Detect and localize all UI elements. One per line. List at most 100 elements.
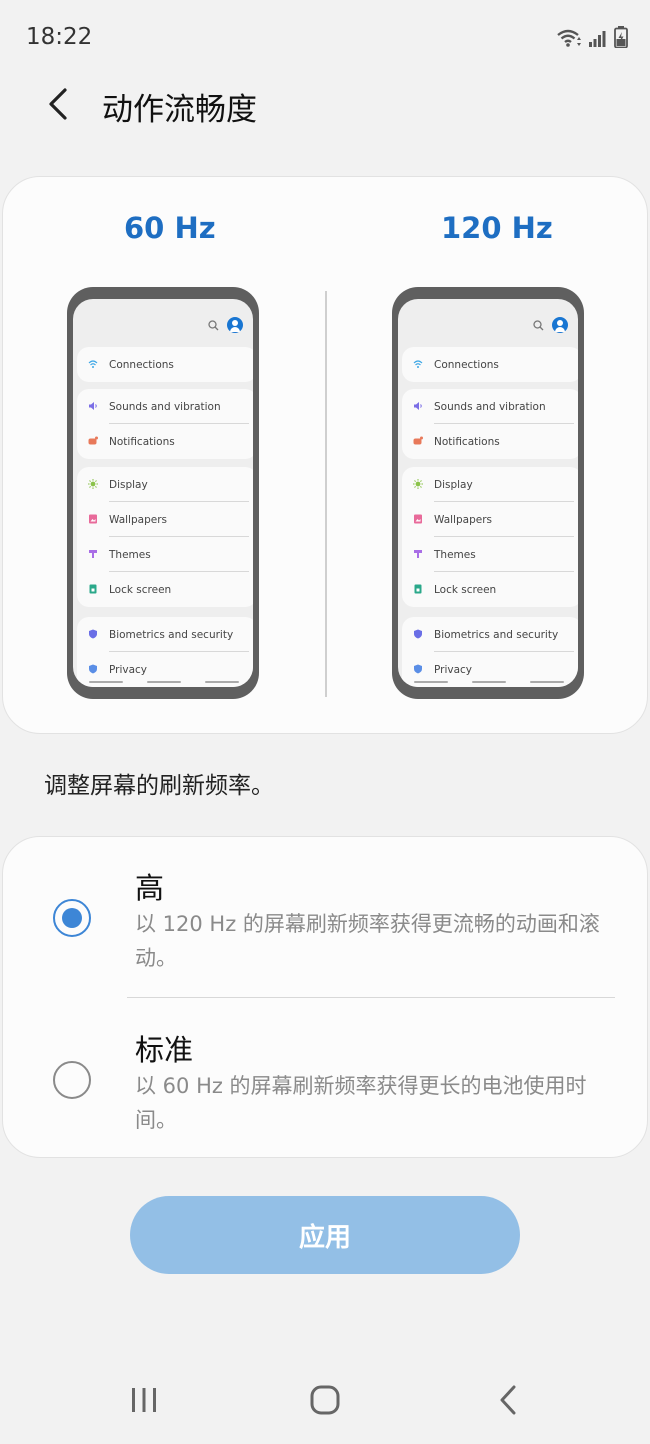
phone-preview-120hz: Connections Sounds and vibration Notific… <box>392 287 584 699</box>
settings-item-biometrics: Biometrics and security <box>402 617 578 652</box>
options-divider <box>127 997 615 998</box>
option-high[interactable]: 高 以 120 Hz 的屏幕刷新频率获得更流畅的动画和滚动。 <box>3 865 649 1015</box>
settings-item-sounds: Sounds and vibration <box>402 389 578 424</box>
settings-group: Display Wallpapers Themes Lock screen <box>77 467 253 607</box>
preview-label-120hz: 120 Hz <box>441 211 553 245</box>
settings-item-label: Privacy <box>109 663 148 676</box>
speaker-icon <box>89 402 97 410</box>
option-title: 高 <box>135 871 165 905</box>
settings-group: Biometrics and security Privacy <box>77 617 253 687</box>
settings-item-wallpapers: Wallpapers <box>402 502 578 537</box>
option-description: 以 60 Hz 的屏幕刷新频率获得更长的电池使用时间。 <box>135 1074 587 1132</box>
settings-item-label: Biometrics and security <box>434 628 559 641</box>
phone-top-bar <box>208 317 243 333</box>
settings-item-label: Sounds and vibration <box>434 400 546 413</box>
header: 动作流畅度 <box>0 76 650 136</box>
sun-icon <box>413 479 423 489</box>
settings-item-display: Display <box>402 467 578 502</box>
settings-item-label: Biometrics and security <box>109 628 234 641</box>
avatar <box>552 317 568 333</box>
lock-screen-icon <box>414 584 422 594</box>
brush-icon <box>414 550 422 558</box>
option-standard[interactable]: 标准 以 60 Hz 的屏幕刷新频率获得更长的电池使用时间。 <box>3 1027 649 1177</box>
back-button[interactable] <box>36 82 80 126</box>
wifi-icon <box>88 360 98 368</box>
settings-item-label: Notifications <box>434 435 500 448</box>
settings-item-label: Display <box>109 478 148 491</box>
settings-item-label: Connections <box>434 358 499 371</box>
settings-item-label: Wallpapers <box>109 513 167 526</box>
wallpaper-icon <box>414 514 422 524</box>
phone-preview-60hz: Connections Sounds and vibration Notific… <box>67 287 259 699</box>
wifi-icon <box>557 29 581 47</box>
wifi-icon <box>413 360 423 368</box>
settings-item-lock-screen: Lock screen <box>77 572 253 607</box>
navigation-bar <box>0 1370 650 1430</box>
radio-high[interactable] <box>53 899 91 937</box>
settings-item-label: Notifications <box>109 435 175 448</box>
shield-icon <box>414 629 422 639</box>
sun-icon <box>88 479 98 489</box>
privacy-icon <box>414 664 422 674</box>
settings-item-label: Wallpapers <box>434 513 492 526</box>
refresh-rate-preview-card: 60 Hz 120 Hz Connections Sounds and vibr… <box>2 176 648 734</box>
shield-icon <box>89 629 97 639</box>
settings-item-label: Lock screen <box>434 583 497 596</box>
option-description: 以 120 Hz 的屏幕刷新频率获得更流畅的动画和滚动。 <box>135 912 600 970</box>
phone-screen: Connections Sounds and vibration Notific… <box>398 299 578 687</box>
home-icon <box>310 1385 340 1415</box>
recent-apps-button[interactable] <box>122 1382 166 1418</box>
wallpaper-icon <box>89 514 97 524</box>
status-time: 18:22 <box>26 24 93 50</box>
avatar <box>227 317 243 333</box>
lock-screen-icon <box>89 584 97 594</box>
settings-item-label: Connections <box>109 358 174 371</box>
settings-item-label: Sounds and vibration <box>109 400 221 413</box>
settings-item-connections: Connections <box>77 347 253 382</box>
settings-item-label: Display <box>434 478 473 491</box>
settings-group: Biometrics and security Privacy <box>402 617 578 687</box>
settings-group: Display Wallpapers Themes Lock screen <box>402 467 578 607</box>
search-icon <box>208 319 219 330</box>
notification-icon <box>88 436 98 445</box>
settings-item-connections: Connections <box>402 347 578 382</box>
settings-item-wallpapers: Wallpapers <box>77 502 253 537</box>
battery-icon <box>614 26 628 48</box>
settings-item-label: Themes <box>109 548 151 561</box>
settings-item-display: Display <box>77 467 253 502</box>
back-icon <box>500 1385 516 1415</box>
status-bar: 18:22 <box>0 0 650 76</box>
phone-nav-bar <box>89 681 239 683</box>
phone-top-bar <box>533 317 568 333</box>
phone-nav-bar <box>414 681 564 683</box>
settings-group: Connections <box>77 347 253 382</box>
settings-item-biometrics: Biometrics and security <box>77 617 253 652</box>
settings-group: Sounds and vibration Notifications <box>402 389 578 459</box>
notification-icon <box>413 436 423 445</box>
settings-item-label: Lock screen <box>109 583 172 596</box>
nav-back-button[interactable] <box>486 1382 530 1418</box>
settings-item-label: Themes <box>434 548 476 561</box>
settings-item-notifications: Notifications <box>402 424 578 459</box>
refresh-rate-options-card: 高 以 120 Hz 的屏幕刷新频率获得更流畅的动画和滚动。 标准 以 60 H… <box>2 836 648 1158</box>
settings-item-notifications: Notifications <box>77 424 253 459</box>
home-button[interactable] <box>303 1382 347 1418</box>
phone-screen: Connections Sounds and vibration Notific… <box>73 299 253 687</box>
settings-group: Connections <box>402 347 578 382</box>
signal-icon <box>589 31 606 47</box>
settings-item-themes: Themes <box>402 537 578 572</box>
option-title: 标准 <box>135 1033 194 1067</box>
preview-divider <box>325 291 327 697</box>
status-icons <box>556 26 628 48</box>
apply-button[interactable]: 应用 <box>130 1196 520 1274</box>
speaker-icon <box>414 402 422 410</box>
recent-apps-icon <box>132 1388 156 1412</box>
settings-item-label: Privacy <box>434 663 473 676</box>
description-text: 调整屏幕的刷新频率。 <box>44 773 274 799</box>
settings-group: Sounds and vibration Notifications <box>77 389 253 459</box>
privacy-icon <box>89 664 97 674</box>
settings-item-sounds: Sounds and vibration <box>77 389 253 424</box>
settings-item-themes: Themes <box>77 537 253 572</box>
brush-icon <box>89 550 97 558</box>
radio-standard[interactable] <box>53 1061 91 1099</box>
